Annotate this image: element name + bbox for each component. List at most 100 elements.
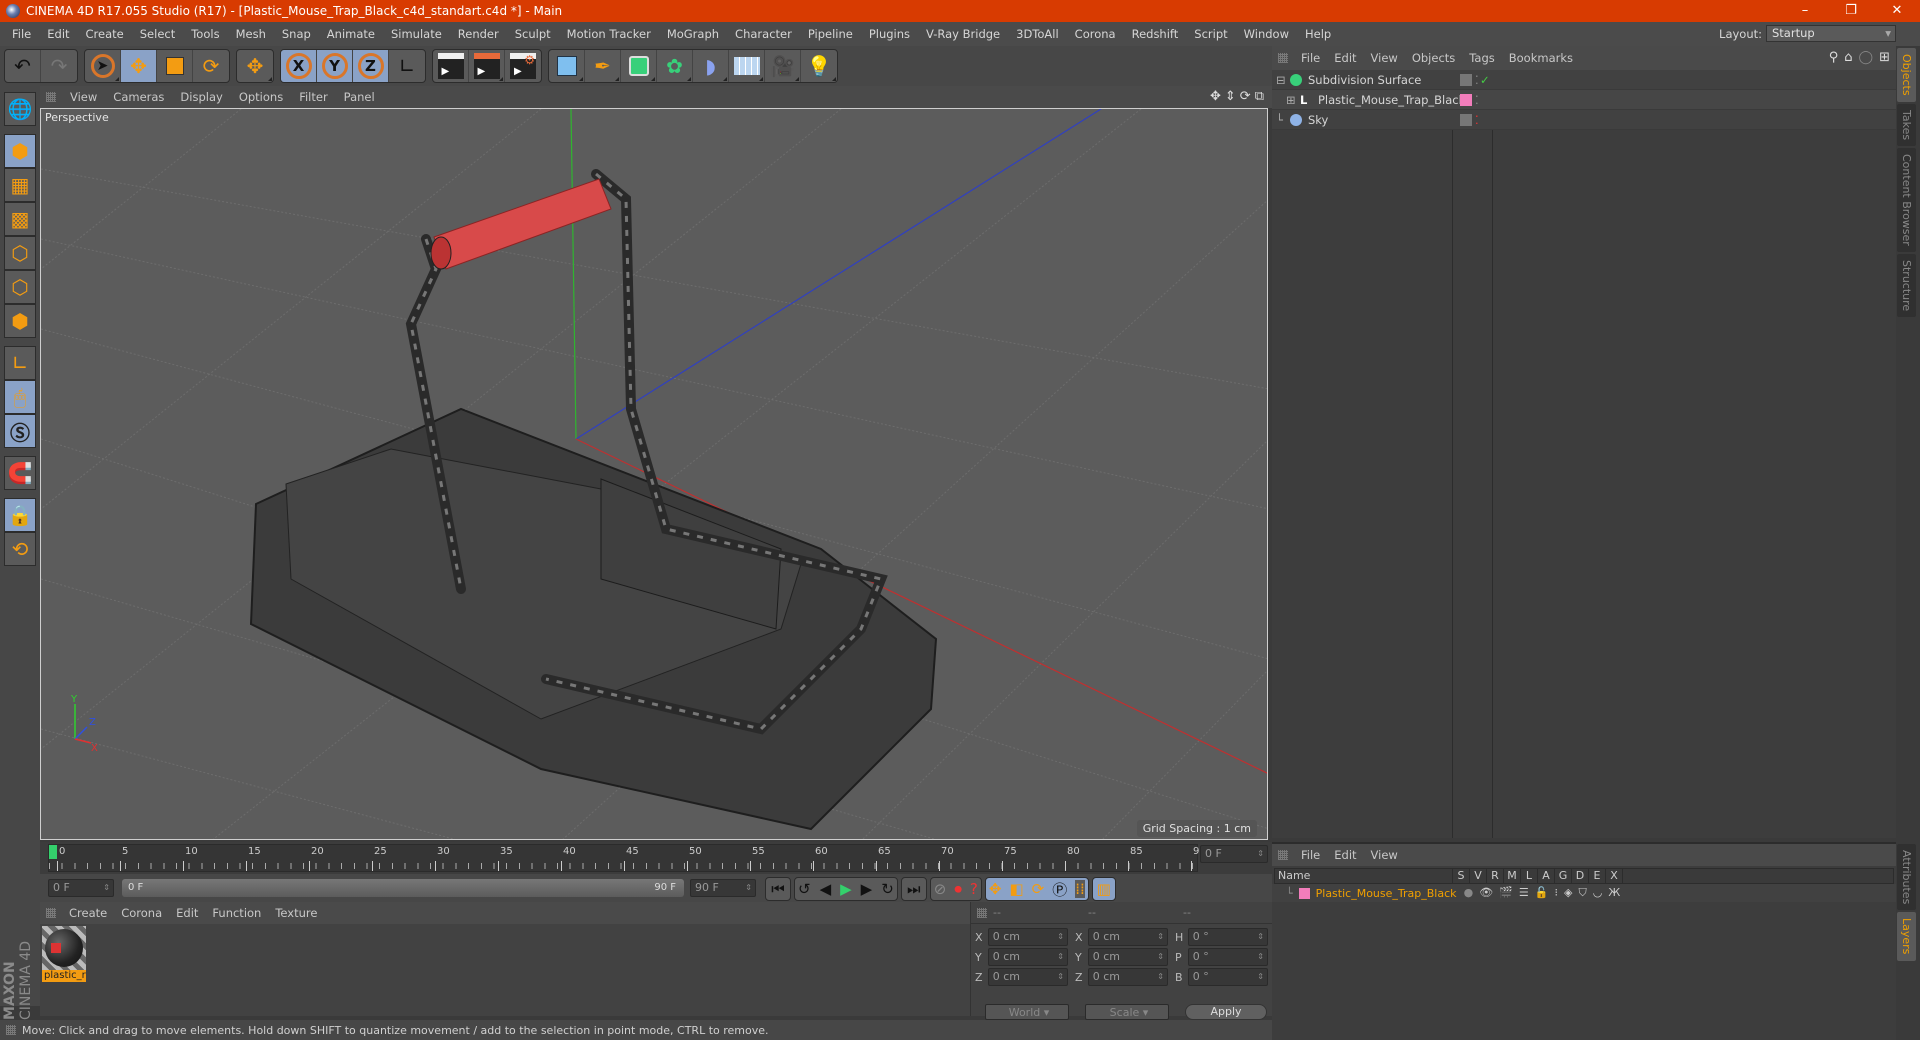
snapping-magnet-icon[interactable]: 🧲 — [4, 456, 36, 490]
layer-column-m[interactable]: M — [1504, 869, 1521, 883]
layer-column-l[interactable]: L — [1521, 869, 1538, 883]
scale-tool-icon[interactable] — [157, 50, 193, 82]
menu-redshift[interactable]: Redshift — [1124, 27, 1187, 41]
menu-pipeline[interactable]: Pipeline — [800, 27, 861, 41]
record-keys-icon[interactable]: ⊘ — [934, 880, 947, 898]
edges-mode-icon[interactable]: ⬡ — [4, 270, 36, 304]
menu-window[interactable]: Window — [1236, 27, 1297, 41]
next-frame-icon[interactable]: ▶ — [861, 880, 873, 898]
material-menu-texture[interactable]: Texture — [268, 906, 324, 920]
om-menu-file[interactable]: File — [1294, 51, 1327, 65]
visibility-dots-icon[interactable]: ⁚ — [1475, 73, 1479, 87]
menu-motion-tracker[interactable]: Motion Tracker — [559, 27, 659, 41]
close-button[interactable]: ✕ — [1874, 0, 1920, 22]
perspective-viewport[interactable]: Y Z X Perspective Grid Spacing : 1 cm — [40, 108, 1268, 840]
home-icon[interactable]: ⌂ — [1844, 50, 1852, 65]
om-menu-view[interactable]: View — [1364, 51, 1405, 65]
layer-column-r[interactable]: R — [1487, 869, 1504, 883]
material-menu-corona[interactable]: Corona — [114, 906, 169, 920]
redo-icon[interactable]: ↷ — [41, 50, 77, 82]
recent-move-tool-icon[interactable]: ✥ — [237, 50, 273, 82]
timeline-ruler[interactable]: 051015202530354045505560657075808590 — [40, 842, 1272, 874]
undo-icon[interactable]: ↶ — [5, 50, 41, 82]
previous-key-icon[interactable]: ↺ — [798, 880, 811, 898]
timeline-window-icon[interactable]: ▥ — [1091, 877, 1116, 901]
grip-icon[interactable] — [46, 92, 56, 102]
rotation-field[interactable]: 0 ° ⇕ — [1187, 968, 1268, 986]
key-point-level-icon[interactable]: ⁞⁞ — [1075, 880, 1085, 898]
object-row[interactable]: ⊞ L Plastic_Mouse_Trap_Black ⁚ — [1272, 90, 1896, 110]
cloner-icon[interactable]: ✿ — [657, 50, 693, 82]
world-coordinate-system-icon[interactable]: ∟ — [389, 50, 425, 82]
zoom-view-icon[interactable]: ⇕ — [1225, 89, 1236, 104]
menu-help[interactable]: Help — [1297, 27, 1339, 41]
menu-create[interactable]: Create — [78, 27, 132, 41]
layer-column-e[interactable]: E — [1589, 869, 1606, 883]
position-field[interactable]: 0 cm ⇕ — [987, 968, 1068, 986]
viewport-menu-panel[interactable]: Panel — [336, 90, 383, 104]
layer-column-x[interactable]: X — [1606, 869, 1623, 883]
rotation-field[interactable]: 0 ° ⇕ — [1187, 948, 1268, 966]
current-frame-field[interactable]: 0 F ⇕ — [1200, 845, 1268, 863]
new-window-icon[interactable]: ⊞ — [1879, 50, 1890, 65]
size-field[interactable]: 0 cm ⇕ — [1087, 948, 1168, 966]
layout-dropdown[interactable]: Startup — [1766, 25, 1896, 42]
make-editable-icon[interactable]: 🌐 — [4, 92, 36, 126]
layer-swatch[interactable] — [1460, 113, 1472, 126]
solo-mode-icon[interactable]: Ⓢ — [4, 414, 36, 448]
layer-column-d[interactable]: D — [1572, 869, 1589, 883]
x-axis-lock-icon[interactable]: X — [281, 50, 317, 82]
locked-workplane-icon[interactable]: 🔒 — [4, 498, 36, 532]
position-field[interactable]: 0 cm ⇕ — [987, 948, 1068, 966]
manager-toggle-icon[interactable]: ☰ — [1519, 886, 1529, 900]
lm-menu-file[interactable]: File — [1294, 848, 1327, 862]
layer-column-a[interactable]: A — [1538, 869, 1555, 883]
tab-objects[interactable]: Objects — [1897, 48, 1916, 102]
polygons-mode-icon[interactable]: ⬢ — [4, 304, 36, 338]
light-icon[interactable]: 💡 — [801, 50, 837, 82]
move-tool-icon[interactable]: ✥ — [121, 50, 157, 82]
menu-mesh[interactable]: Mesh — [228, 27, 274, 41]
layer-column-g[interactable]: G — [1555, 869, 1572, 883]
rotate-view-icon[interactable]: ⟳ — [1240, 89, 1251, 104]
layer-swatch[interactable] — [1460, 73, 1472, 86]
workplane-mode-icon[interactable]: ▩ — [4, 202, 36, 236]
om-menu-tags[interactable]: Tags — [1462, 51, 1501, 65]
y-axis-lock-icon[interactable]: Y — [317, 50, 353, 82]
expressions-toggle-icon[interactable]: ◡ — [1593, 886, 1603, 900]
viewport-menu-display[interactable]: Display — [172, 90, 230, 104]
solo-toggle-icon[interactable]: ● — [1464, 886, 1474, 900]
grip-icon[interactable] — [46, 908, 56, 918]
menu-select[interactable]: Select — [132, 27, 183, 41]
autokey-icon[interactable]: ⏺ — [954, 880, 962, 898]
subdivision-surface-icon[interactable] — [621, 50, 657, 82]
end-frame-field[interactable]: 90 F ⇕ — [690, 879, 756, 897]
menu-3dtoall[interactable]: 3DToAll — [1008, 27, 1067, 41]
viewport-menu-filter[interactable]: Filter — [291, 90, 335, 104]
texture-mode-icon[interactable]: ▦ — [4, 168, 36, 202]
viewport-menu-options[interactable]: Options — [231, 90, 291, 104]
pen-spline-icon[interactable]: ✒ — [585, 50, 621, 82]
menu-character[interactable]: Character — [727, 27, 800, 41]
search-icon[interactable]: ⚲ — [1829, 50, 1839, 65]
cube-icon[interactable] — [549, 50, 585, 82]
menu-script[interactable]: Script — [1186, 27, 1235, 41]
material-swatch[interactable]: plastic_r — [42, 926, 86, 982]
z-axis-lock-icon[interactable]: Z — [353, 50, 389, 82]
grip-icon[interactable] — [6, 1025, 16, 1035]
enabled-check-icon[interactable]: ✓ — [1480, 73, 1490, 87]
deformer-icon[interactable]: ◗ — [693, 50, 729, 82]
frame-range-slider[interactable]: 0 F 90 F — [122, 879, 684, 897]
animation-toggle-icon[interactable]: ⁝ — [1554, 886, 1558, 900]
viewport-menu-cameras[interactable]: Cameras — [105, 90, 172, 104]
view-toggle-icon[interactable]: 👁 — [1479, 886, 1493, 900]
render-settings-icon[interactable]: ⚙ — [505, 50, 541, 82]
floor-icon[interactable] — [729, 50, 765, 82]
next-key-icon[interactable]: ↻ — [881, 880, 894, 898]
menu-snap[interactable]: Snap — [274, 27, 319, 41]
deformers-toggle-icon[interactable]: ⛉ — [1578, 886, 1586, 900]
layer-column-s[interactable]: S — [1453, 869, 1470, 883]
rotation-field[interactable]: 0 ° ⇕ — [1187, 928, 1268, 946]
start-frame-field[interactable]: 0 F ⇕ — [48, 879, 114, 897]
key-scale-icon[interactable]: ◧ — [1009, 880, 1023, 898]
